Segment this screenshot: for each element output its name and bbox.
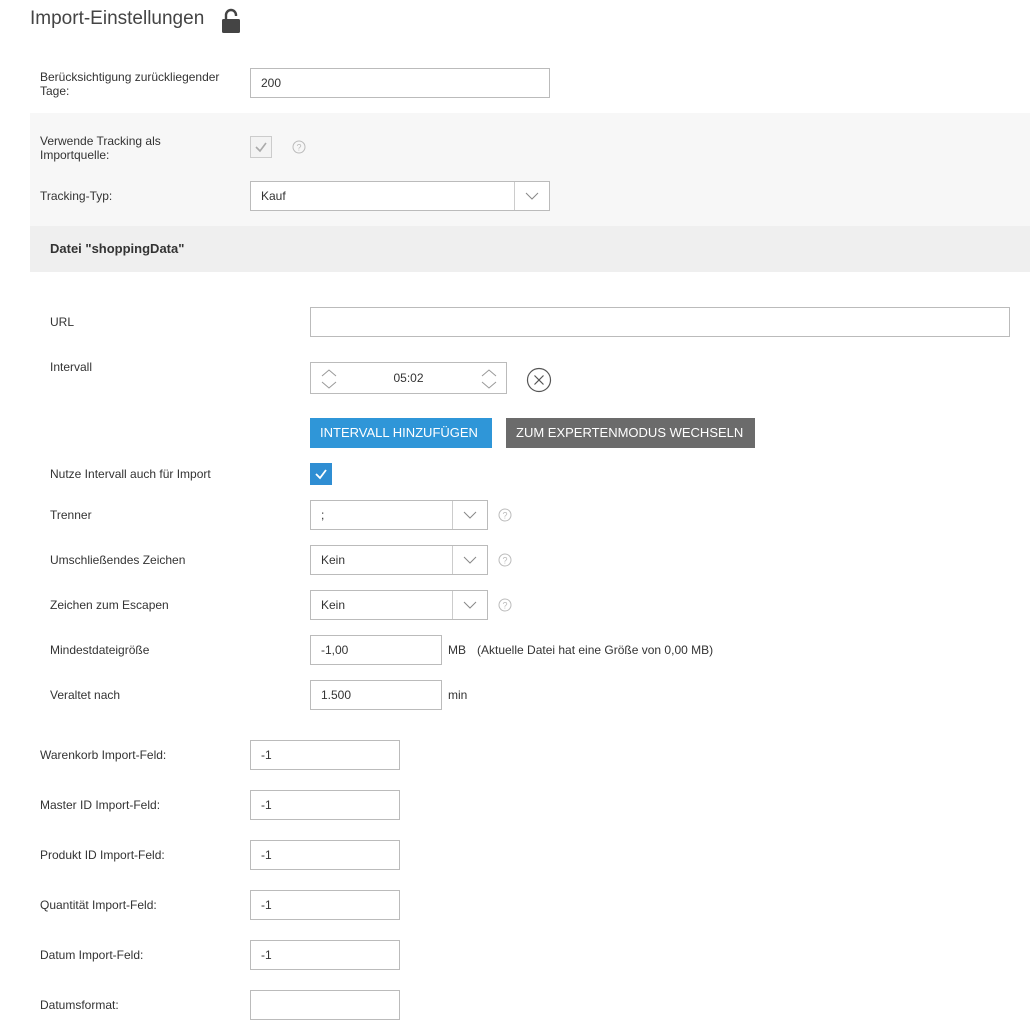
interval-stepper[interactable]: 05:02 xyxy=(310,362,507,394)
min-size-input[interactable]: -1,00 xyxy=(310,635,442,665)
outdated-unit: min xyxy=(448,688,468,702)
unlocked-padlock-icon[interactable] xyxy=(221,8,241,34)
days-label: Berücksichtigung zurückliegender Tage: xyxy=(40,70,220,98)
url-label: URL xyxy=(50,315,75,329)
question-circle-icon[interactable]: ? xyxy=(292,140,306,154)
product-id-field-input[interactable]: -1 xyxy=(250,840,400,870)
use-tracking-label: Verwende Tracking als Importquelle: xyxy=(40,134,161,162)
product-id-field-label: Produkt ID Import-Feld: xyxy=(40,848,165,862)
date-field-label: Datum Import-Feld: xyxy=(40,948,144,962)
tracking-type-value: Kauf xyxy=(261,189,286,203)
separator-select[interactable]: ; xyxy=(310,500,488,530)
separator-label: Trenner xyxy=(50,508,92,522)
enclosure-select[interactable]: Kein xyxy=(310,545,488,575)
svg-text:?: ? xyxy=(502,601,507,611)
min-size-label: Mindestdateigröße xyxy=(50,643,150,657)
use-tracking-checkbox[interactable] xyxy=(250,136,272,158)
file-section-title: Datei "shoppingData" xyxy=(50,241,185,256)
check-icon xyxy=(315,469,327,480)
chevron-up-down-icon[interactable] xyxy=(479,367,499,391)
chevron-down-icon xyxy=(452,501,487,529)
interval-label: Intervall xyxy=(50,360,93,374)
enclosure-value: Kein xyxy=(321,553,346,567)
use-interval-label: Nutze Intervall auch für Import xyxy=(50,467,211,481)
question-circle-icon[interactable]: ? xyxy=(498,553,512,567)
url-input[interactable] xyxy=(310,307,1010,337)
chevron-down-icon xyxy=(452,591,487,619)
chevron-up-down-icon[interactable] xyxy=(319,367,339,391)
cart-field-input[interactable]: -1 xyxy=(250,740,400,770)
master-id-field-input[interactable]: -1 xyxy=(250,790,400,820)
svg-text:?: ? xyxy=(502,556,507,566)
cart-field-label: Warenkorb Import-Feld: xyxy=(40,748,167,762)
interval-value: 05:02 xyxy=(393,371,424,385)
min-size-unit: MB xyxy=(448,643,466,657)
outdated-label: Veraltet nach xyxy=(50,688,121,702)
date-field-input[interactable]: -1 xyxy=(250,940,400,970)
svg-text:?: ? xyxy=(296,143,301,153)
expert-mode-button[interactable]: ZUM EXPERTENMODUS WECHSELN xyxy=(506,418,755,448)
escape-label: Zeichen zum Escapen xyxy=(50,598,169,612)
question-circle-icon[interactable]: ? xyxy=(498,508,512,522)
tracking-type-label: Tracking-Typ: xyxy=(40,189,113,203)
close-circle-icon[interactable] xyxy=(526,367,552,393)
days-input[interactable]: 200 xyxy=(250,68,550,98)
tracking-type-select[interactable]: Kauf xyxy=(250,181,550,211)
chevron-down-icon xyxy=(514,182,549,210)
use-interval-checkbox[interactable] xyxy=(310,463,332,485)
master-id-field-label: Master ID Import-Feld: xyxy=(40,798,161,812)
enclosure-label: Umschließendes Zeichen xyxy=(50,553,186,567)
escape-select[interactable]: Kein xyxy=(310,590,488,620)
quantity-field-label: Quantität Import-Feld: xyxy=(40,898,157,912)
chevron-down-icon xyxy=(452,546,487,574)
svg-text:?: ? xyxy=(502,511,507,521)
quantity-field-input[interactable]: -1 xyxy=(250,890,400,920)
date-format-input[interactable] xyxy=(250,990,400,1020)
page-title: Import-Einstellungen xyxy=(30,8,205,29)
check-icon xyxy=(255,142,267,153)
escape-value: Kein xyxy=(321,598,346,612)
min-size-note: (Aktuelle Datei hat eine Größe von 0,00 … xyxy=(477,643,714,657)
add-interval-button[interactable]: INTERVALL HINZUFÜGEN xyxy=(310,418,492,448)
question-circle-icon[interactable]: ? xyxy=(498,598,512,612)
separator-value: ; xyxy=(321,508,325,522)
outdated-input[interactable]: 1.500 xyxy=(310,680,442,710)
date-format-label: Datumsformat: xyxy=(40,998,119,1012)
